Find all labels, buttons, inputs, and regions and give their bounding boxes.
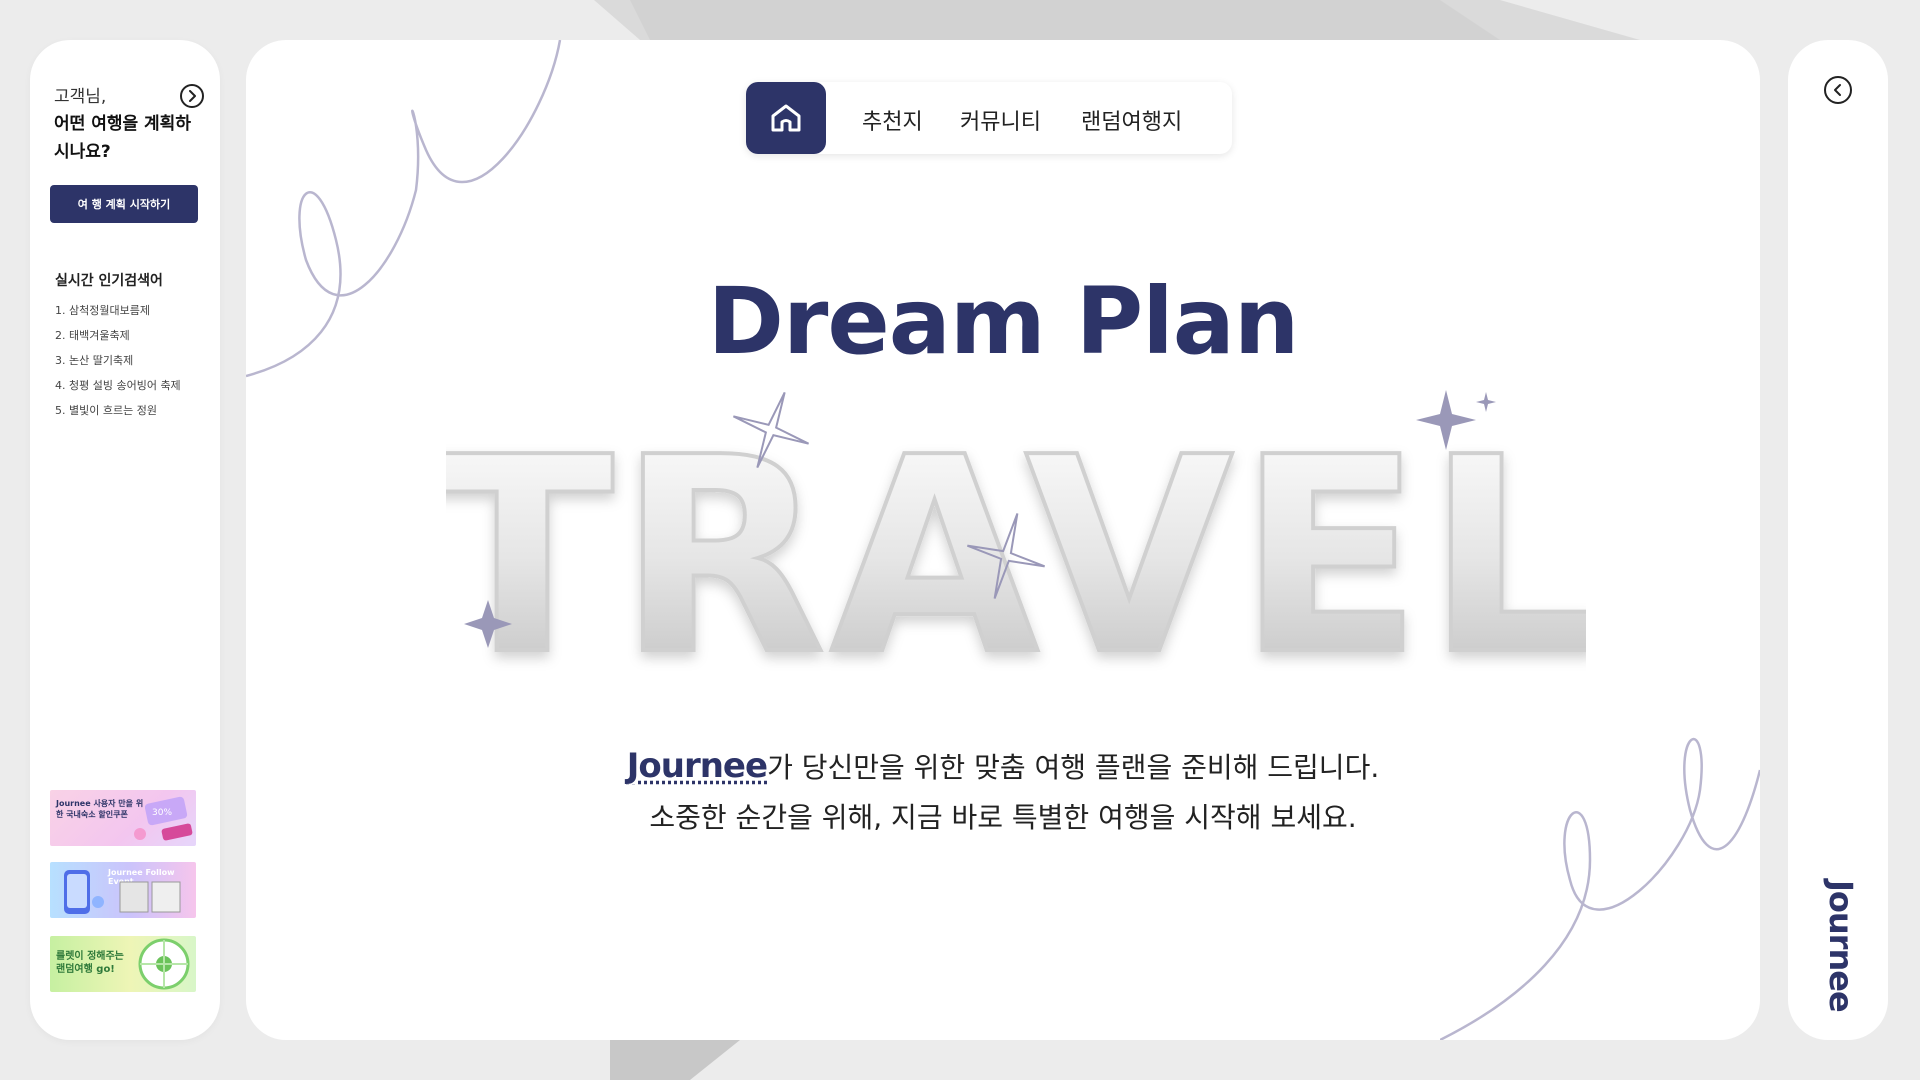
hero-description-text: 가 당신만을 위한 맞춤 여행 플랜을 준비해 드립니다. [767,751,1380,784]
popular-item[interactable]: 3. 논산 딸기축제 [55,348,181,373]
svg-text:30%: 30% [152,808,172,818]
home-icon [771,104,801,132]
journee-vertical-logo: Journee [1822,880,1860,1012]
hero-title: Dream Plan [707,268,1300,375]
travel-art-text: TRAVEL [446,399,1586,680]
chevron-left-icon [1834,84,1841,96]
popular-item[interactable]: 1. 삼척정월대보름제 [55,298,181,323]
top-navigation: 추천지 커뮤니티 랜덤여행지 [746,82,1232,154]
home-button[interactable] [746,82,826,154]
coupon-graphic: 30% [134,796,193,841]
roulette-graphic [138,938,190,990]
popular-item[interactable]: 4. 청평 설빙 송어빙어 축제 [55,373,181,398]
phone-graphic [64,870,181,914]
collapse-button[interactable] [1824,76,1852,104]
greeting-line1: 고객님, [54,87,107,107]
follow-event-banner[interactable]: Journee Follow Event [50,862,196,918]
right-panel: Journee [1788,40,1888,1040]
travel-3d-art: TRAVEL [446,390,1586,680]
next-arrow-button[interactable] [180,84,204,108]
coupon-banner[interactable]: Journee 사용자 만을 위한 국내숙소 할인쿠폰 30% [50,790,196,846]
popular-item[interactable]: 2. 태백겨울축제 [55,323,181,348]
left-sidebar: 고객님, 어떤 여행을 계획하시나요? 여 행 계획 시작하기 실시간 인기검색… [30,40,220,1040]
hero-description-line2: 소중한 순간을 위해, 지금 바로 특별한 여행을 시작해 보세요. [649,801,1357,834]
nav-recommend[interactable]: 추천지 [862,104,923,136]
nav-community[interactable]: 커뮤니티 [960,104,1041,136]
main-panel: 추천지 커뮤니티 랜덤여행지 Dream Plan TRAVEL Journee… [246,40,1760,1040]
nav-random-travel[interactable]: 랜덤여행지 [1081,104,1182,136]
popular-item[interactable]: 5. 별빛이 흐르는 정원 [55,398,181,423]
start-plan-button[interactable]: 여 행 계획 시작하기 [50,185,198,223]
chevron-right-icon [189,90,196,102]
popular-searches-title: 실시간 인기검색어 [55,273,163,289]
random-travel-banner[interactable]: 룰렛이 정해주는 랜덤여행 go! [50,936,196,992]
journee-brand-logo: Journee [626,746,768,786]
greeting-question: 어떤 여행을 계획하시나요? [54,114,191,162]
hero-description-line1: Journee가 당신만을 위한 맞춤 여행 플랜을 준비해 드립니다. [246,746,1760,786]
popular-searches-list: 1. 삼척정월대보름제 2. 태백겨울축제 3. 논산 딸기축제 4. 청평 설… [55,298,181,423]
